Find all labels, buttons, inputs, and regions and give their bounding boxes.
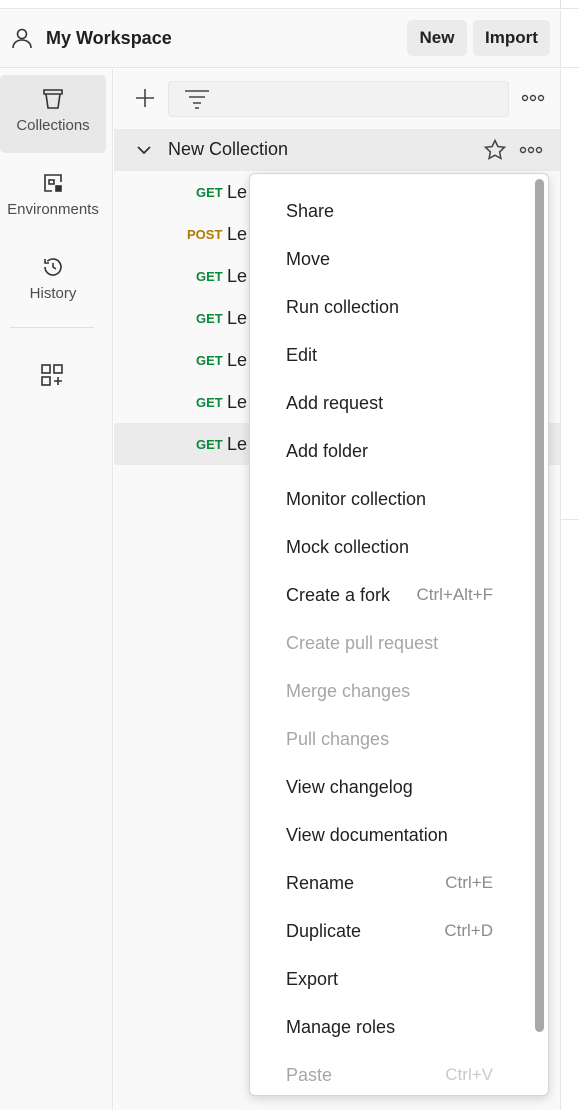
menu-item-view-changelog[interactable]: View changelog: [286, 772, 496, 802]
top-border: [0, 0, 579, 9]
menu-item-run-collection[interactable]: Run collection: [286, 292, 496, 322]
menu-item-monitor-collection[interactable]: Monitor collection: [286, 484, 496, 514]
menu-item-view-documentation[interactable]: View documentation: [286, 820, 496, 850]
more-options-icon[interactable]: [521, 93, 545, 103]
star-icon[interactable]: [483, 138, 507, 162]
sidebar-item-label: Collections: [16, 117, 90, 134]
sidebar-item-history[interactable]: History: [0, 243, 106, 321]
menu-item-merge-changes: Merge changes: [286, 676, 496, 706]
user-icon: [12, 28, 32, 49]
sidebar-item-environments[interactable]: Environments: [0, 159, 106, 237]
left-sidebar: Collections Environments History: [0, 69, 113, 1110]
menu-item-label: Monitor collection: [286, 488, 427, 509]
menu-item-label: Create a fork: [286, 584, 391, 605]
filter-icon[interactable]: [184, 88, 210, 110]
method-badge: GET: [196, 395, 223, 410]
collection-more-icon[interactable]: [519, 145, 543, 155]
collection-name[interactable]: New Collection: [168, 139, 288, 160]
request-name: Le: [227, 224, 248, 244]
menu-item-label: Add request: [286, 392, 384, 413]
request-name: Le: [227, 308, 248, 328]
environments-icon: [44, 174, 62, 192]
main-content-pane: [560, 69, 579, 1110]
collections-icon: [43, 89, 63, 109]
shortcut-create-fork: Ctrl+Alt+F: [416, 585, 493, 604]
menu-item-label: Manage roles: [286, 1016, 396, 1037]
menu-item-label: Export: [286, 968, 339, 989]
method-badge: GET: [196, 437, 223, 452]
new-button[interactable]: New: [407, 20, 467, 56]
menu-item-label: Mock collection: [286, 536, 410, 557]
menu-item-label: Share: [286, 200, 335, 221]
plus-icon[interactable]: [133, 86, 157, 110]
add-widget-icon[interactable]: [40, 363, 64, 387]
top-divider: [560, 0, 561, 9]
menu-item-export[interactable]: Export: [286, 964, 496, 994]
menu-item-share[interactable]: Share: [286, 196, 496, 226]
chevron-down-icon[interactable]: [134, 140, 154, 160]
header-right-pane: [560, 10, 579, 68]
workspace-header: My Workspace New Import: [0, 10, 560, 68]
menu-item-label: Move: [286, 248, 331, 269]
collection-context-menu: Share Move Run collection Edit Add reque…: [249, 173, 549, 1096]
sidebar-item-label: History: [29, 285, 77, 302]
shortcut-rename: Ctrl+E: [445, 873, 493, 892]
menu-item-label: Edit: [286, 344, 318, 365]
request-name: Le: [227, 266, 248, 286]
request-name: Le: [227, 182, 248, 202]
menu-item-label: Merge changes: [286, 680, 411, 701]
menu-item-pull-changes: Pull changes: [286, 724, 496, 754]
shortcut-duplicate: Ctrl+D: [444, 921, 493, 940]
method-badge: GET: [196, 185, 223, 200]
filter-input[interactable]: [168, 81, 509, 117]
menu-item-add-request[interactable]: Add request: [286, 388, 496, 418]
method-badge: GET: [196, 311, 223, 326]
shortcut-paste: Ctrl+V: [445, 1065, 493, 1084]
menu-item-move[interactable]: Move: [286, 244, 496, 274]
method-badge: GET: [196, 269, 223, 284]
method-badge: POST: [187, 227, 223, 242]
method-badge: GET: [196, 353, 223, 368]
menu-scrollbar[interactable]: [535, 179, 544, 1032]
sidebar-item-label: Environments: [7, 201, 99, 218]
menu-item-add-folder[interactable]: Add folder: [286, 436, 496, 466]
menu-item-label: View documentation: [286, 824, 448, 845]
menu-item-manage-roles[interactable]: Manage roles: [286, 1012, 496, 1042]
menu-item-create-pull-request: Create pull request: [286, 628, 496, 658]
menu-item-label: Add folder: [286, 440, 369, 461]
menu-item-label: Paste: [286, 1064, 333, 1085]
request-name: Le: [227, 350, 248, 370]
menu-item-label: Rename: [286, 872, 355, 893]
menu-item-label: Create pull request: [286, 632, 439, 653]
menu-item-label: Pull changes: [286, 728, 390, 749]
menu-item-edit[interactable]: Edit: [286, 340, 496, 370]
sidebar-divider: [10, 327, 94, 328]
request-name: Le: [227, 392, 248, 412]
request-name: Le: [227, 434, 248, 454]
menu-item-label: Duplicate: [286, 920, 362, 941]
history-icon: [44, 258, 62, 276]
import-button[interactable]: Import: [473, 20, 550, 56]
menu-item-label: View changelog: [286, 776, 413, 797]
menu-item-mock-collection[interactable]: Mock collection: [286, 532, 496, 562]
menu-item-label: Run collection: [286, 296, 400, 317]
workspace-title[interactable]: My Workspace: [46, 28, 172, 49]
sidebar-item-collections[interactable]: Collections: [0, 75, 106, 153]
pane-divider: [560, 519, 579, 520]
